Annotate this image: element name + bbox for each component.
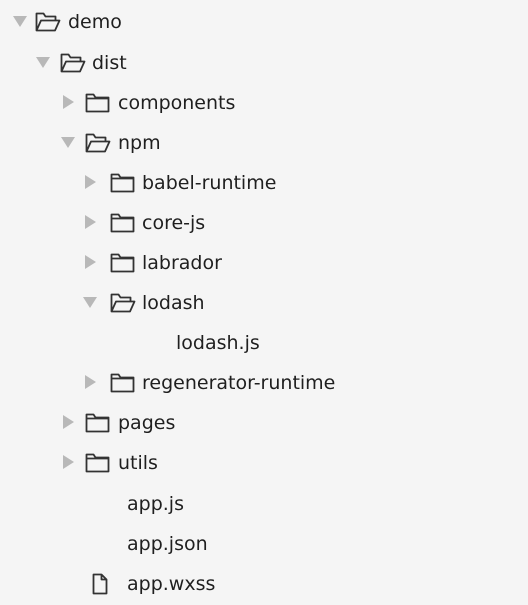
tree-item-label: core-js <box>142 212 206 234</box>
tree-item-app-wxss[interactable]: app.wxss <box>0 564 528 604</box>
folder-open-icon <box>110 292 136 314</box>
tree-item-label: app.js <box>127 493 184 515</box>
tree-item-dist[interactable]: dist <box>0 43 528 83</box>
tree-item-label: components <box>118 92 236 114</box>
tree-item-app-js[interactable]: app.js <box>0 484 528 524</box>
folder-icon <box>110 172 136 194</box>
disclosure-collapsed-icon[interactable] <box>82 174 98 190</box>
disclosure-expanded-icon[interactable] <box>35 54 51 70</box>
disclosure-collapsed-icon[interactable] <box>82 214 98 230</box>
tree-item-label: demo <box>68 11 122 33</box>
tree-item-app-json[interactable]: app.json <box>0 524 528 564</box>
folder-icon <box>110 212 136 234</box>
folder-open-icon <box>60 52 86 74</box>
tree-item-core-js[interactable]: core-js <box>0 203 528 243</box>
folder-icon <box>85 92 111 114</box>
folder-icon <box>110 372 136 394</box>
tree-item-label: app.wxss <box>127 573 216 595</box>
tree-item-components[interactable]: components <box>0 83 528 123</box>
tree-item-label: npm <box>118 132 161 154</box>
tree-item-label: lodash <box>142 292 205 314</box>
tree-item-label: labrador <box>142 252 222 274</box>
file-tree: demo dist components npm babel-runtime c… <box>0 0 528 605</box>
tree-item-babel-runtime[interactable]: babel-runtime <box>0 163 528 203</box>
tree-item-demo[interactable]: demo <box>0 2 528 42</box>
disclosure-expanded-icon[interactable] <box>60 134 76 150</box>
disclosure-expanded-icon[interactable] <box>82 294 98 310</box>
tree-item-label: regenerator-runtime <box>142 372 336 394</box>
disclosure-collapsed-icon[interactable] <box>82 374 98 390</box>
disclosure-collapsed-icon[interactable] <box>82 254 98 270</box>
folder-open-icon <box>85 132 111 154</box>
tree-item-label: pages <box>118 412 176 434</box>
tree-item-labrador[interactable]: labrador <box>0 243 528 283</box>
file-icon <box>90 573 110 595</box>
tree-item-label: utils <box>118 452 158 474</box>
tree-item-lodash-js[interactable]: lodash.js <box>0 323 528 363</box>
disclosure-collapsed-icon[interactable] <box>60 94 76 110</box>
folder-icon <box>85 412 111 434</box>
folder-open-icon <box>35 11 61 33</box>
tree-item-label: app.json <box>127 533 208 555</box>
tree-item-label: lodash.js <box>176 332 260 354</box>
tree-item-utils[interactable]: utils <box>0 443 528 483</box>
tree-item-pages[interactable]: pages <box>0 403 528 443</box>
tree-item-regenerator-runtime[interactable]: regenerator-runtime <box>0 363 528 403</box>
tree-item-label: dist <box>92 52 127 74</box>
disclosure-collapsed-icon[interactable] <box>60 414 76 430</box>
folder-icon <box>85 452 111 474</box>
tree-item-lodash[interactable]: lodash <box>0 283 528 323</box>
disclosure-collapsed-icon[interactable] <box>60 454 76 470</box>
tree-item-label: babel-runtime <box>142 172 277 194</box>
folder-icon <box>110 252 136 274</box>
disclosure-expanded-icon[interactable] <box>12 13 28 29</box>
tree-item-npm[interactable]: npm <box>0 123 528 163</box>
